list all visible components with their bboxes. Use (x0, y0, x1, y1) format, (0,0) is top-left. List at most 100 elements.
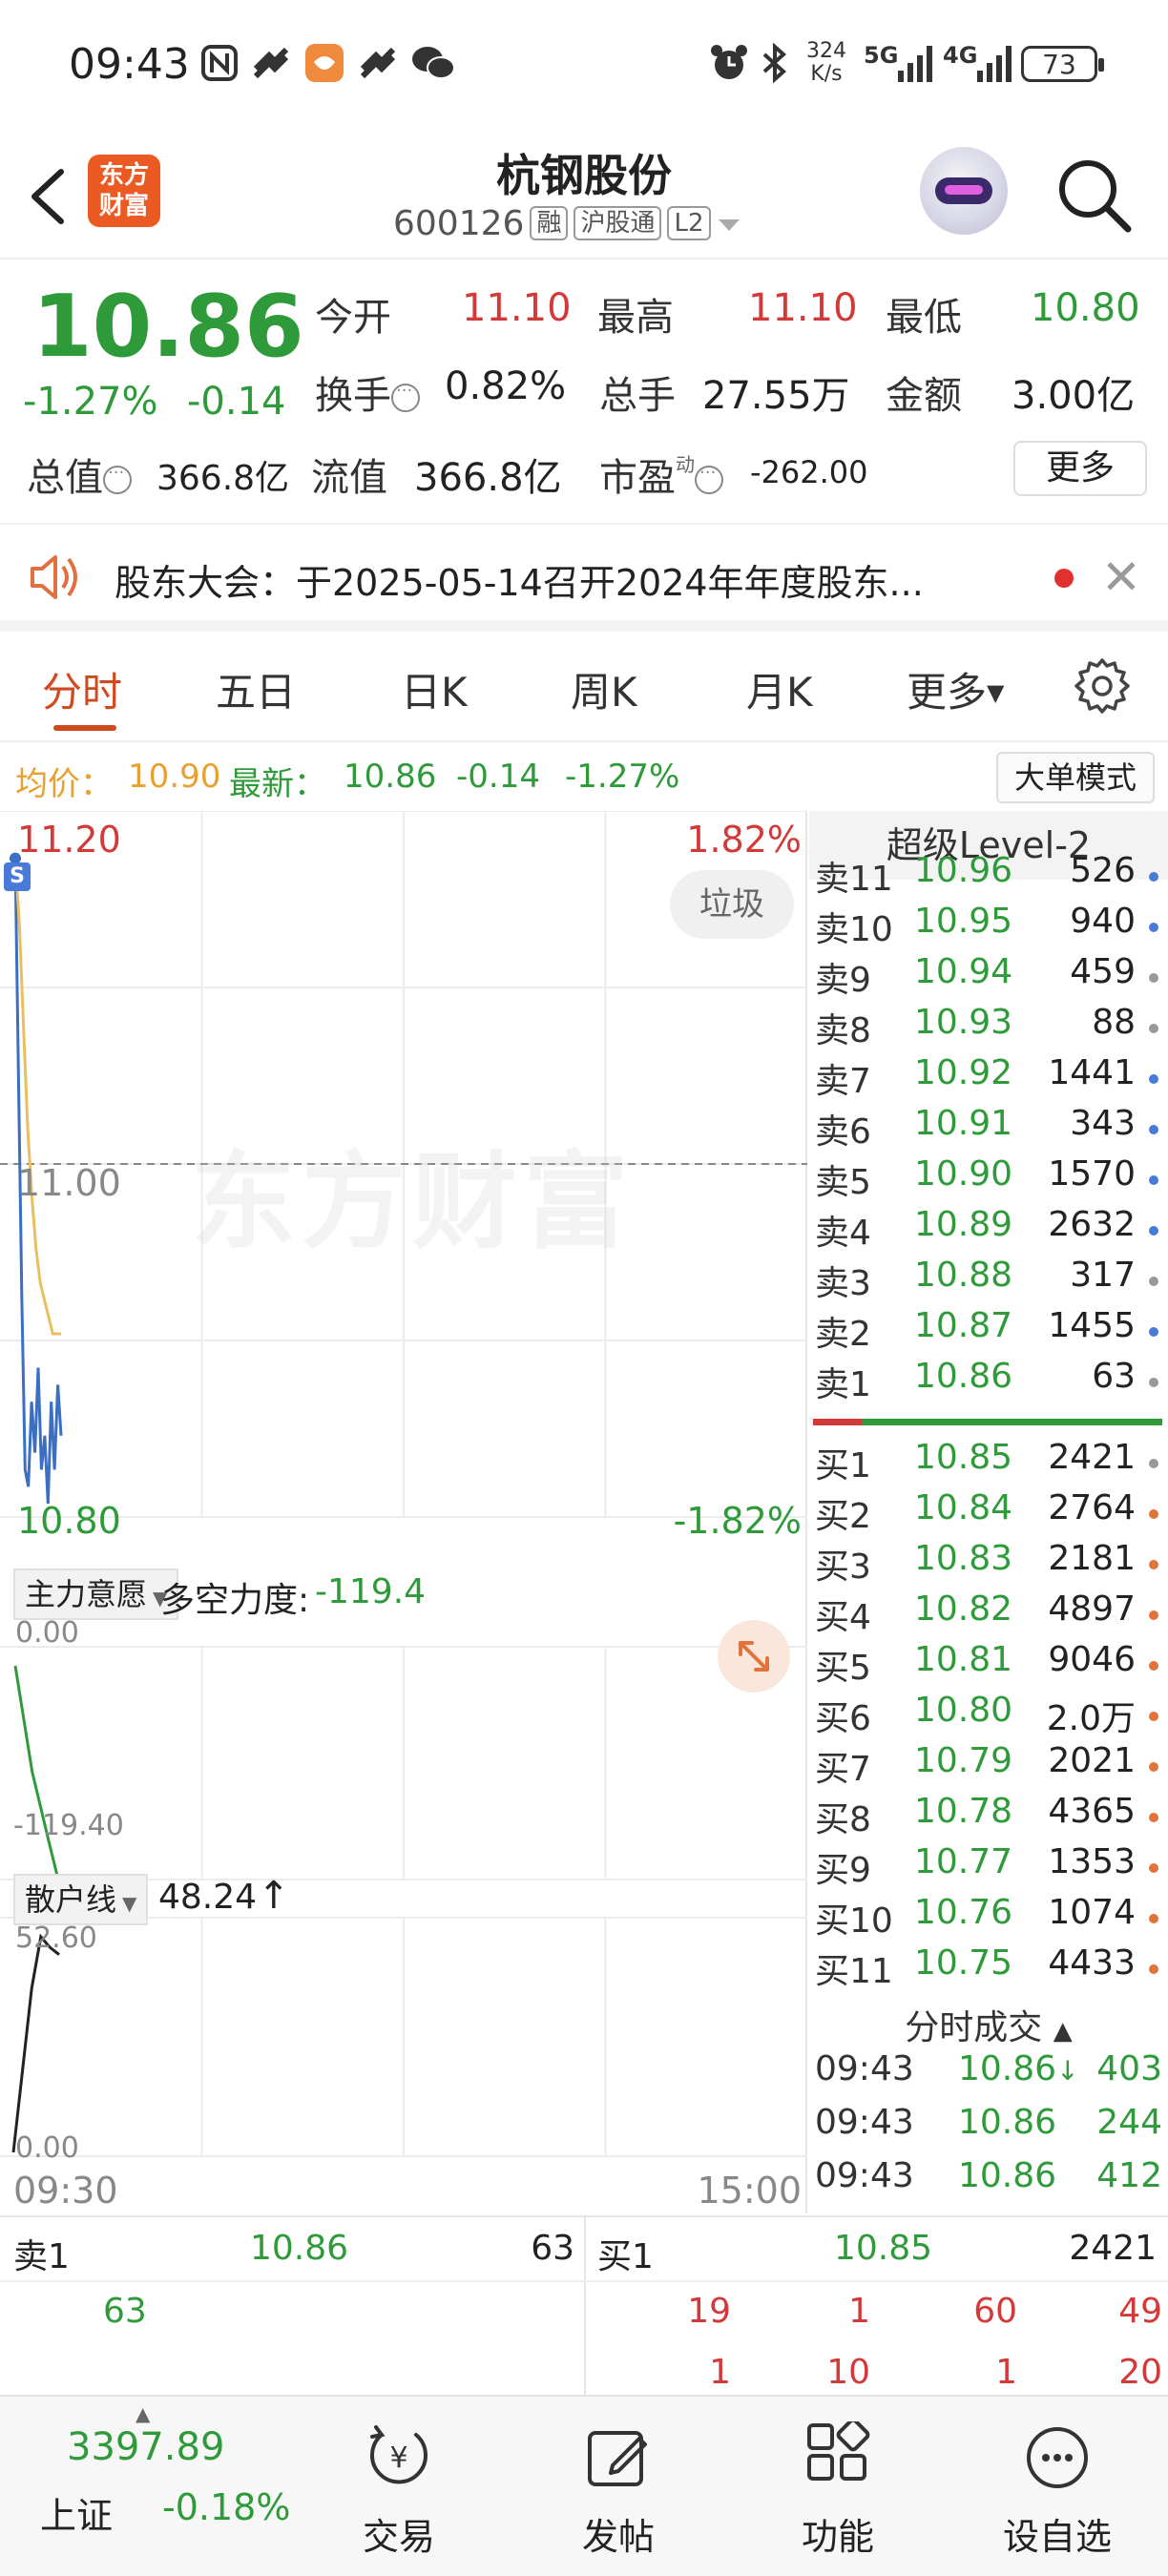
sub1-indicator-select[interactable]: 主力意愿 ▼ (13, 1568, 179, 1620)
bid-row[interactable]: 买1 10.85 2421 (809, 1438, 1168, 1488)
nav-functions[interactable]: 功能 (742, 2397, 933, 2576)
ask-row[interactable]: 卖10 10.95 940 (809, 902, 1168, 952)
bid-row[interactable]: 买3 10.83 2181 (809, 1539, 1168, 1589)
edit-icon (588, 2431, 647, 2486)
ask-level-label: 卖9 (815, 961, 871, 1000)
signal-4g-icon: 4G (943, 42, 1015, 84)
nav-add-watchlist-label: 设自选 (1002, 2516, 1112, 2558)
ask-price: 10.89 (914, 1205, 1013, 1244)
bid-row[interactable]: 买7 10.79 2021 (809, 1741, 1168, 1792)
bid-row[interactable]: 买5 10.81 9046 (809, 1640, 1168, 1691)
ask-row[interactable]: 卖11 10.96 526 (809, 851, 1168, 902)
trade-price: 10.86 (958, 2103, 1057, 2142)
svg-text:¥: ¥ (389, 2441, 407, 2475)
close-icon[interactable]: ✕ (1101, 550, 1141, 605)
ask-row[interactable]: 卖3 10.88 317 (809, 1256, 1168, 1306)
info-icon[interactable] (391, 381, 420, 412)
change-percent: -1.27% (23, 380, 158, 424)
order-source-dot (1149, 973, 1158, 983)
s-marker[interactable]: S (4, 862, 31, 891)
tab-more[interactable]: 更多▼ (907, 660, 1004, 718)
settings-button[interactable] (1073, 656, 1132, 716)
caret-up-icon: ▲ (136, 2402, 151, 2425)
nav-trade[interactable]: ¥ 交易 (303, 2397, 494, 2576)
big-order-mode-button[interactable]: 大单模式 (996, 752, 1155, 803)
ai-assistant-avatar[interactable] (920, 147, 1008, 235)
nav-post[interactable]: 发帖 (523, 2397, 714, 2576)
intraday-chart[interactable]: 东方财富 S 垃圾 11.20 1.82% 11.00 10.80 -1.82%… (0, 811, 807, 2213)
sub2-selector-label: 散户线 (25, 1881, 117, 1918)
time-sales-title[interactable]: 分时成交 ▲ (809, 2000, 1168, 2049)
ask-row[interactable]: 卖8 10.93 88 (809, 1003, 1168, 1053)
tab-monthly-k[interactable]: 月K (746, 660, 813, 718)
bid-row[interactable]: 买2 10.84 2764 (809, 1488, 1168, 1539)
bluetooth-icon (758, 42, 792, 84)
ask-row[interactable]: 卖4 10.89 2632 (809, 1205, 1168, 1256)
battery-indicator: 73 (1021, 46, 1104, 82)
trade-volume: 412 (1096, 2156, 1162, 2195)
order-source-dot (1149, 1378, 1158, 1387)
tab-daily-k[interactable]: 日K (401, 660, 468, 718)
chevron-down-icon[interactable] (717, 204, 741, 243)
volume-label: 总手 (599, 374, 676, 418)
garbage-tag-button[interactable]: 垃圾 (670, 870, 794, 939)
index-name: 上证 (40, 2495, 114, 2537)
tab-intraday[interactable]: 分时 (42, 660, 122, 718)
l1-ask-label: 卖1 (13, 2237, 70, 2276)
ask-volume: 2632 (1048, 1205, 1136, 1244)
sub1-value: -119.4 (315, 1572, 427, 1611)
info-icon-2[interactable] (103, 463, 132, 494)
ask-price: 10.92 (914, 1053, 1013, 1092)
taobao-notification-icon (303, 42, 345, 84)
ask-row[interactable]: 卖7 10.92 1441 (809, 1053, 1168, 1104)
ask-row[interactable]: 卖5 10.90 1570 (809, 1154, 1168, 1205)
order-source-dot (1149, 1964, 1158, 1974)
sub1-selector-label: 主力意愿 (25, 1576, 148, 1612)
trade-volume: 244 (1096, 2103, 1162, 2142)
ask-row[interactable]: 卖9 10.94 459 (809, 952, 1168, 1003)
expand-button[interactable] (718, 1620, 790, 1693)
more-button[interactable]: 更多 (1013, 441, 1147, 496)
bid-volume: 4365 (1048, 1792, 1136, 1831)
ask-row[interactable]: 卖1 10.86 63 (809, 1357, 1168, 1407)
index-ticker[interactable]: ▲ 3397.89 上证 -0.18% (0, 2397, 315, 2576)
turnover-label: 换手 (315, 364, 420, 420)
ask-volume: 343 (1070, 1104, 1136, 1143)
bid-row[interactable]: 买4 10.82 4897 (809, 1589, 1168, 1640)
level2-orderbook[interactable]: 超级Level-2 卖11 10.96 526 卖10 10.95 940 卖9 10.94 4… (809, 811, 1168, 2213)
tab-weekly-k[interactable]: 周K (571, 660, 637, 718)
ask-row[interactable]: 卖6 10.91 343 (809, 1104, 1168, 1154)
notice-bar[interactable]: 股东大会：于2025-05-14召开2024年年度股东... ✕ (0, 523, 1168, 632)
nav-trade-label: 交易 (362, 2516, 435, 2558)
ask-price: 10.94 (914, 952, 1013, 991)
sub2-indicator-select[interactable]: 散户线 ▼ (13, 1874, 149, 1925)
bid-level-label: 买5 (815, 1649, 871, 1688)
sub2-value: 48.24 (158, 1878, 258, 1917)
bid-row[interactable]: 买6 10.80 2.0万 (809, 1691, 1168, 1741)
top-pct-label: 1.82% (686, 819, 802, 861)
ask-volume: 317 (1070, 1256, 1136, 1295)
end-time-label: 15:00 (697, 2170, 802, 2212)
search-button[interactable] (1053, 155, 1134, 235)
info-icon-3[interactable] (695, 463, 723, 494)
apps-icon (807, 2421, 870, 2481)
tag-connect: 沪股通 (574, 206, 662, 240)
bid-row[interactable]: 买9 10.77 1353 (809, 1842, 1168, 1893)
bid-row[interactable]: 买10 10.76 1074 (809, 1893, 1168, 1943)
bid-level-label: 买8 (815, 1800, 871, 1839)
bid-row[interactable]: 买11 10.75 4433 (809, 1943, 1168, 1994)
ask-price: 10.88 (914, 1256, 1013, 1295)
caret-down-icon: ▼ (122, 1892, 137, 1915)
nav-add-watchlist[interactable]: 设自选 (962, 2397, 1153, 2576)
float-value: 366.8亿 (414, 456, 562, 500)
open-label: 今开 (315, 296, 391, 340)
level1-strip: 卖1 10.86 63 买1 10.85 2421 63 19 1 60 49 … (0, 2215, 1168, 2397)
bid-row[interactable]: 买8 10.78 4365 (809, 1792, 1168, 1842)
ask-row[interactable]: 卖2 10.87 1455 (809, 1306, 1168, 1357)
tab-five-day[interactable]: 五日 (216, 660, 296, 718)
amount-label: 金额 (886, 374, 962, 418)
ask-price: 10.95 (914, 902, 1013, 941)
time-sales-title-text: 分时成交 (905, 2008, 1043, 2047)
order-source-dot (1149, 1074, 1158, 1084)
sub1-label: 多空力度: (160, 1581, 310, 1620)
